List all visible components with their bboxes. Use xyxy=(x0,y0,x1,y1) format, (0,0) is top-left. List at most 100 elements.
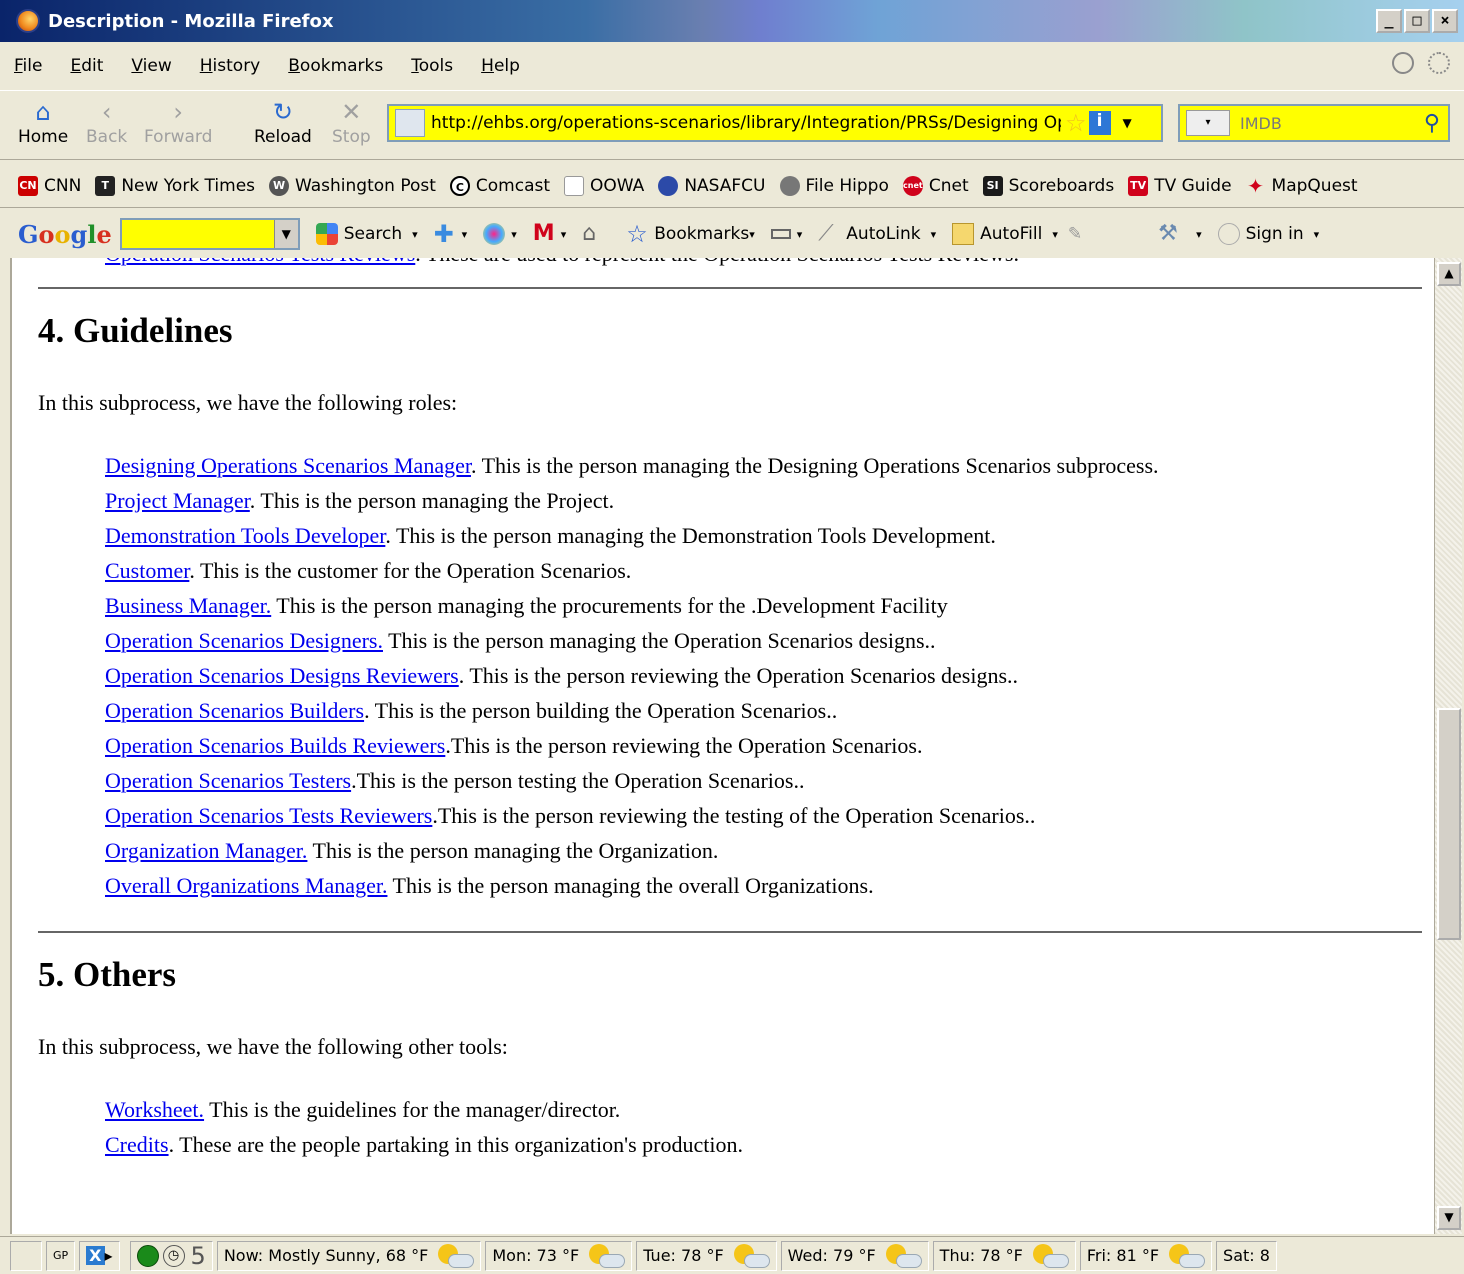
autofill-button[interactable]: AutoFill ▾ ✎ xyxy=(952,223,1082,245)
url-text[interactable]: http://ehbs.org/operations-scenarios/lib… xyxy=(431,113,1061,133)
menu-bookmarks[interactable]: Bookmarks xyxy=(288,56,383,76)
bookmark-star-icon[interactable]: ☆ xyxy=(1065,109,1087,137)
info-icon[interactable]: i xyxy=(1088,111,1111,135)
role-link[interactable]: Operation Scenarios Testers xyxy=(105,768,351,793)
role-link[interactable]: Operation Scenarios Tests Reviewers xyxy=(105,803,432,828)
minimize-button[interactable]: _ xyxy=(1376,9,1402,33)
menu-edit[interactable]: Edit xyxy=(70,56,103,76)
role-link[interactable]: Operation Scenarios Builds Reviewers xyxy=(105,733,445,758)
bookmark-cnet[interactable]: cnet Cnet xyxy=(902,175,969,196)
role-link[interactable]: Operation Scenarios Designers. xyxy=(105,628,383,653)
vertical-scrollbar[interactable]: ▲ ▼ xyxy=(1434,258,1462,1234)
nyt-icon: T xyxy=(95,175,116,196)
bookmark-label: Washington Post xyxy=(295,175,436,196)
bookmark-washington-post[interactable]: W Washington Post xyxy=(269,175,436,196)
role-link[interactable]: Organization Manager. xyxy=(105,838,307,863)
menu-tools[interactable]: Tools xyxy=(411,56,453,76)
nasafcu-icon xyxy=(658,175,679,196)
gp-button[interactable]: GP xyxy=(46,1240,76,1271)
home-button[interactable]: ⌂ Home xyxy=(18,97,68,147)
menu-view[interactable]: View xyxy=(131,56,171,76)
tool-link[interactable]: Worksheet. xyxy=(105,1097,204,1122)
url-dropdown-icon[interactable]: ▼ xyxy=(1123,116,1132,130)
weather-mon[interactable]: Mon: 73 °F xyxy=(485,1240,633,1271)
weather-sat[interactable]: Sat: 8 xyxy=(1216,1240,1277,1271)
role-link[interactable]: Operation Scenarios Builders xyxy=(105,698,364,723)
user-icon xyxy=(1217,223,1240,245)
add-button[interactable]: ✚ ▾ xyxy=(434,222,468,246)
google-bookmarks-button[interactable]: ☆ Bookmarks ▾ xyxy=(626,222,755,246)
search-engine-icon[interactable]: ▾ xyxy=(1186,110,1230,136)
bookmark-nasafcu[interactable]: NASAFCU xyxy=(658,175,766,196)
role-link[interactable]: Project Manager xyxy=(105,488,250,513)
menu-help[interactable]: Help xyxy=(481,56,520,76)
window-controls: _ □ × xyxy=(1376,9,1458,33)
role-link[interactable]: Business Manager. xyxy=(105,593,271,618)
search-icon[interactable]: ⚲ xyxy=(1424,111,1440,136)
scroll-thumb[interactable] xyxy=(1437,708,1461,940)
bookmark-file-hippo[interactable]: File Hippo xyxy=(779,175,889,196)
bookmark-mapquest[interactable]: ✦ MapQuest xyxy=(1246,175,1358,196)
stop-button[interactable]: ✕ Stop xyxy=(332,97,371,147)
settings-button[interactable]: ⚒ ▾ xyxy=(1158,223,1202,245)
role-item: Organization Manager. This is the person… xyxy=(105,833,1422,868)
menu-file[interactable]: File xyxy=(14,56,42,76)
role-link[interactable]: Demonstration Tools Developer xyxy=(105,523,385,548)
role-text: . This is the person managing the Design… xyxy=(470,453,1159,478)
role-text: This is the person managing the overall … xyxy=(387,873,874,898)
bookmark-scoreboards[interactable]: SI Scoreboards xyxy=(982,175,1114,196)
status-green-icon[interactable] xyxy=(136,1244,159,1267)
stop-icon: ✕ xyxy=(341,98,362,126)
gmail-button[interactable]: M ▾ xyxy=(533,223,567,245)
weather-wed[interactable]: Wed: 79 °F xyxy=(780,1240,929,1271)
back-button[interactable]: ‹ Back xyxy=(86,97,127,147)
bookmark-nyt[interactable]: T New York Times xyxy=(95,175,255,196)
bookmark-label: NASAFCU xyxy=(684,175,766,196)
clock-icon[interactable]: ◷ xyxy=(162,1244,185,1267)
link-tests-reviews[interactable]: Operation Scenarios Tests Reviews xyxy=(105,258,415,266)
sign-in-button[interactable]: Sign in ▾ xyxy=(1217,223,1319,245)
google-search-button[interactable]: Search ▾ xyxy=(315,223,418,245)
bookmark-cnn[interactable]: CN CNN xyxy=(18,175,81,196)
weather-fri[interactable]: Fri: 81 °F xyxy=(1079,1240,1213,1271)
autolink-button[interactable]: ⟋ AutoLink ▾ xyxy=(818,223,936,245)
magic-wand-icon: ⟋ xyxy=(818,221,834,246)
scroll-up-button[interactable]: ▲ xyxy=(1437,262,1461,286)
status-text-area xyxy=(10,1240,42,1271)
role-link[interactable]: Operation Scenarios Designs Reviewers xyxy=(105,663,459,688)
search-placeholder[interactable]: IMDB xyxy=(1240,114,1424,133)
role-item: Business Manager. This is the person man… xyxy=(105,588,1422,623)
menu-history[interactable]: History xyxy=(200,56,261,76)
weather-now[interactable]: Now: Mostly Sunny, 68 °F xyxy=(216,1240,482,1271)
xmarks-button[interactable]: X ▸ xyxy=(79,1240,120,1271)
scroll-down-button[interactable]: ▼ xyxy=(1437,1206,1461,1230)
chevron-down-icon[interactable]: ▼ xyxy=(273,220,298,248)
role-link[interactable]: Customer xyxy=(105,558,189,583)
close-button[interactable]: × xyxy=(1432,9,1458,33)
bookmark-oowa[interactable]: OOWA xyxy=(564,175,644,196)
guidelines-heading: 4. Guidelines xyxy=(38,311,233,350)
home-page-button[interactable]: ⌂ xyxy=(582,223,610,245)
url-bar[interactable]: http://ehbs.org/operations-scenarios/lib… xyxy=(387,104,1163,142)
role-item: Operation Scenarios Testers.This is the … xyxy=(105,763,1422,798)
reload-button[interactable]: ↻ Reload xyxy=(254,97,312,147)
role-link[interactable]: Overall Organizations Manager. xyxy=(105,873,387,898)
maximize-button[interactable]: □ xyxy=(1404,9,1430,33)
search-bar[interactable]: ▾ IMDB ⚲ xyxy=(1178,104,1450,142)
bookmark-comcast[interactable]: C Comcast xyxy=(449,175,550,196)
tool-link[interactable]: Credits xyxy=(105,1132,169,1157)
sidebar-button[interactable]: ▾ xyxy=(770,228,802,241)
popup-blocker-button[interactable]: ▾ xyxy=(483,223,517,245)
weather-label: Mon: 73 °F xyxy=(492,1246,580,1265)
weather-thu[interactable]: Thu: 78 °F xyxy=(932,1240,1076,1271)
others-intro: In this subprocess, we have the followin… xyxy=(38,1034,508,1059)
site-identity-icon[interactable] xyxy=(395,109,425,137)
role-link[interactable]: Designing Operations Scenarios Manager xyxy=(105,453,471,478)
bookmark-label: MapQuest xyxy=(1271,175,1358,196)
bookmark-tv-guide[interactable]: TV TV Guide xyxy=(1128,175,1232,196)
weather-tue[interactable]: Tue: 78 °F xyxy=(636,1240,777,1271)
google-search-input[interactable]: ▼ xyxy=(119,218,300,250)
weather-label: Wed: 79 °F xyxy=(787,1246,876,1265)
forward-button[interactable]: › Forward xyxy=(144,97,212,147)
google-logo[interactable]: Google xyxy=(18,220,112,249)
